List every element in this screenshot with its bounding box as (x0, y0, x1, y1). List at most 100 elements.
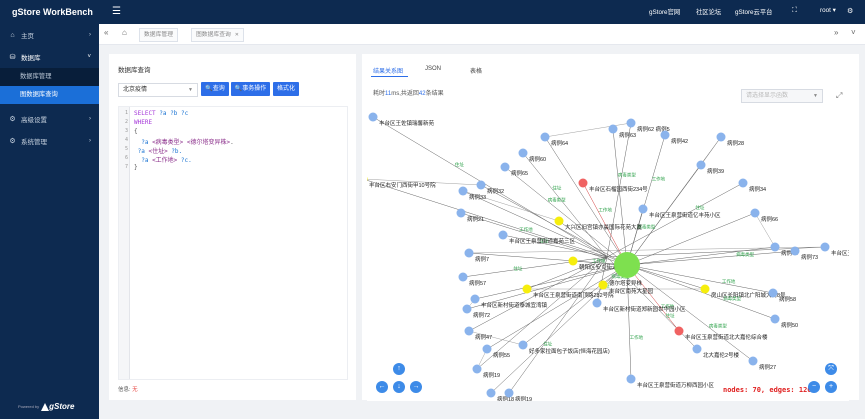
code-token: ?a (134, 139, 153, 146)
count-suffix: 条结果 (425, 91, 444, 97)
zoom-in-button[interactable]: + (825, 381, 837, 393)
time-unit: ms,共返回 (391, 91, 419, 97)
tab-json[interactable]: JSON (425, 66, 441, 72)
sidebar-item-db-manage[interactable]: 数据库管理 (0, 68, 99, 86)
edge-label: 病毒类型 (709, 322, 727, 329)
database-select[interactable]: 北京疫情 ▼ (118, 83, 198, 97)
query-button-label: 查询 (212, 86, 225, 92)
user-menu[interactable]: root ▾ (820, 7, 836, 14)
graph-node (738, 178, 748, 188)
graph-node-label: 丰台区右安门西街甲10号院 (369, 181, 436, 189)
pan-up-button[interactable]: ↑ (393, 363, 405, 375)
graph-node (518, 340, 528, 350)
link-cloud[interactable]: gStore云平台 (735, 7, 772, 16)
query-button[interactable]: 🔍查询 (201, 82, 229, 96)
graph-node (464, 326, 474, 336)
edge-label: 住址 (455, 161, 464, 167)
graph-node-label: 丰台区王泉营街道万柳西园小区 (637, 381, 715, 389)
search-icon: 🔍 (205, 86, 213, 92)
graph-node (472, 364, 482, 374)
sidebar-item-advanced[interactable]: ⚙ 高级设置 › (0, 108, 99, 130)
pan-left-button[interactable]: ← (376, 381, 388, 393)
graph-node (500, 162, 510, 172)
graph-node (626, 374, 636, 384)
graph-node (674, 326, 684, 336)
graph-node-label: 病例21 (467, 215, 484, 223)
graph-hub-node (614, 252, 640, 278)
pan-right-button[interactable]: → (410, 381, 422, 393)
graph-node (696, 160, 706, 170)
graph-node-label: 病例42 (671, 137, 688, 145)
graph-node-label: 病例60 (529, 155, 546, 163)
tab-db-manage[interactable]: 数据库管理 (139, 28, 178, 42)
relation-graph[interactable]: 住址 病毒类型 工作地 住址 病毒类型 工作地 住址 病毒类型 工作地 住址 病毒类型 工作地 住址 病毒… (367, 107, 849, 401)
graph-node (748, 356, 758, 366)
line-number: 4 (124, 137, 128, 143)
code-token: <病毒类型> (152, 139, 184, 146)
link-forum[interactable]: 社区论坛 (696, 7, 721, 16)
menu-toggle-icon[interactable]: ☰ (112, 6, 121, 17)
display-function-select[interactable]: 请选择显示函数 ▼ (741, 89, 823, 103)
system-icon: ⚙ (9, 138, 16, 145)
sidebar-item-database[interactable]: ⛁ 数据库 ˅ (0, 46, 99, 68)
app-logo: gStore WorkBench (12, 7, 93, 17)
code-token: . (230, 139, 234, 146)
graph-node (626, 118, 636, 128)
graph-node-label: 病例58 (779, 295, 796, 303)
fit-view-button[interactable]: ⤧ (825, 363, 837, 375)
tab-bar: « ⌂ 数据库管理 图数据库查询 ✕ » ˅ (99, 24, 865, 45)
edge-label: 病毒类型 (618, 172, 636, 179)
graph-canvas[interactable]: 住址病毒类型工作地住址病毒类型工作地住址病毒类型工作地住址病毒类型工作地住址病毒… (367, 107, 849, 401)
graph-node (456, 208, 466, 218)
tab-table[interactable]: 表格 (470, 66, 482, 75)
graph-node-label: 丰台区新村街道泰城宜湾镇 (481, 301, 548, 309)
graph-node (554, 216, 564, 226)
tab-label: 数据库管理 (144, 32, 173, 38)
graph-node (486, 388, 496, 398)
home-icon: ⌂ (10, 31, 15, 39)
graph-node (458, 186, 468, 196)
tab-graph-query[interactable]: 图数据库查询 ✕ (191, 28, 244, 42)
sidebar-item-system[interactable]: ⚙ 系统管理 › (0, 130, 99, 152)
line-number: 2 (124, 119, 128, 125)
zoom-out-button[interactable]: − (808, 381, 820, 393)
expand-icon[interactable]: ⤢ (836, 91, 842, 101)
scroll-right-icon[interactable]: » (834, 28, 838, 37)
graph-node-label: 病例55 (493, 351, 510, 359)
close-icon[interactable]: ✕ (235, 32, 239, 38)
edge-label: 住址 (513, 265, 522, 271)
tab-relation-graph[interactable]: 结果关系图 (373, 66, 403, 75)
graph-node (504, 388, 514, 398)
powered-by: Powered by gStore (18, 402, 74, 411)
code-line: ?a <病毒类型> <德尔塔变异株>. (134, 137, 234, 146)
sidebar-item-graph-query[interactable]: 图数据库查询 (0, 86, 99, 104)
code-token: ?b. (167, 148, 183, 155)
fullscreen-icon[interactable]: ⛶ (792, 7, 797, 15)
code-line: SELECT ?a ?b ?c (134, 110, 188, 117)
graph-edge (606, 182, 744, 258)
active-tab-underline (371, 76, 408, 77)
link-gstore-site[interactable]: gStore官网 (649, 7, 680, 16)
sparql-editor[interactable]: 1 SELECT ?a ?b ?c 2 WHERE 3 {4 ?a <病毒类型> <德尔塔… (118, 106, 348, 380)
scroll-left-icon[interactable]: « (104, 28, 108, 37)
chevron-down-icon: ˅ (87, 54, 91, 60)
graph-node-label: 丰台区南苑大星园 (609, 287, 654, 295)
pan-down-button[interactable]: ↓ (393, 381, 405, 393)
sidebar: gStore WorkBench ⌂ 主页 › ⛁ 数据库 ˅ 数据库管理 图数… (0, 0, 99, 419)
sidebar-item-home[interactable]: ⌂ 主页 › (0, 24, 99, 46)
code-line: } (134, 164, 138, 171)
graph-node (770, 242, 780, 252)
graph-edge (626, 250, 796, 266)
home-tab-icon[interactable]: ⌂ (122, 28, 127, 37)
edge-label: 工作地 (630, 334, 644, 341)
info-value: 无 (132, 387, 138, 393)
graph-node-label: 丰台区玉泉营街道北大嘉伦综合楼 (685, 333, 768, 341)
format-button[interactable]: 格式化 (273, 82, 299, 96)
graph-node (367, 176, 368, 182)
more-tabs-icon[interactable]: ˅ (851, 28, 856, 37)
graph-node-label: 丰台区王泉营街道嘉苑三区 (509, 237, 576, 245)
transaction-button[interactable]: 🔍事务操作 (231, 82, 270, 96)
code-token: { (134, 128, 138, 135)
settings-icon[interactable]: ⚙ (847, 7, 853, 15)
graph-node (462, 304, 472, 314)
